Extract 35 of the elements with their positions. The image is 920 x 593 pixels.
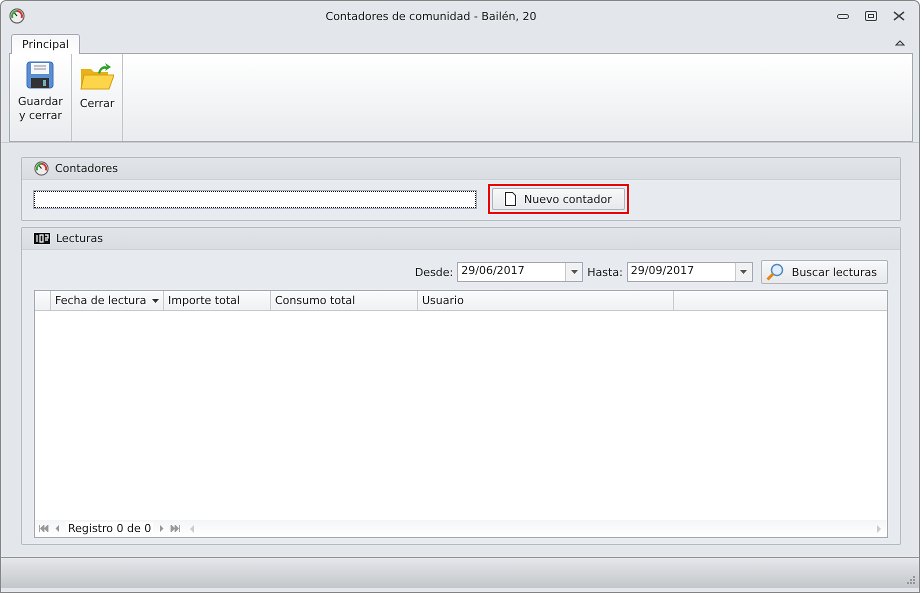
dropdown-icon[interactable]: [570, 270, 578, 274]
search-button[interactable]: Buscar lecturas: [760, 260, 888, 284]
previous-record-icon[interactable]: [55, 525, 60, 532]
collapse-icon[interactable]: [895, 39, 905, 47]
close-button[interactable]: Cerrar: [78, 59, 116, 113]
last-record-icon[interactable]: [170, 525, 180, 532]
save-close-button[interactable]: Guardar y cerrar: [16, 59, 65, 125]
first-record-icon[interactable]: [39, 525, 49, 532]
group-title: Contadores: [55, 162, 118, 175]
column-header[interactable]: Importe total: [164, 291, 271, 310]
input-field[interactable]: [34, 190, 476, 208]
counter-digits-icon: [34, 233, 50, 244]
document-icon: [505, 192, 516, 206]
new-counter-button[interactable]: Nuevo contador: [492, 188, 625, 210]
close-icon[interactable]: [893, 11, 905, 21]
date-field[interactable]: 29/06/2017: [457, 262, 584, 282]
minimize-icon[interactable]: [837, 12, 849, 20]
date-field[interactable]: 29/09/2017: [626, 262, 753, 282]
next-record-icon[interactable]: [159, 525, 164, 532]
dropdown-icon[interactable]: [740, 270, 748, 274]
search-icon: [766, 263, 784, 281]
folder-arrow-icon: [80, 61, 114, 91]
resize-grip-icon[interactable]: [906, 575, 915, 584]
window-title: Contadores de comunidad - Bailén, 20: [324, 10, 538, 22]
column-header[interactable]: Consumo total: [271, 291, 418, 310]
ribbon-tab[interactable]: Principal: [11, 34, 80, 54]
field-label: Hasta:: [587, 266, 623, 278]
gauge-icon: [34, 161, 49, 176]
maximize-icon[interactable]: [865, 11, 877, 21]
field-label: Desde:: [414, 266, 454, 278]
gauge-icon: [9, 8, 25, 24]
column-header[interactable]: Usuario: [418, 291, 674, 310]
group-title: Lecturas: [56, 232, 104, 245]
column-header[interactable]: Fecha de lectura: [51, 291, 164, 310]
record-counter: Registro 0 de 0: [66, 522, 154, 535]
